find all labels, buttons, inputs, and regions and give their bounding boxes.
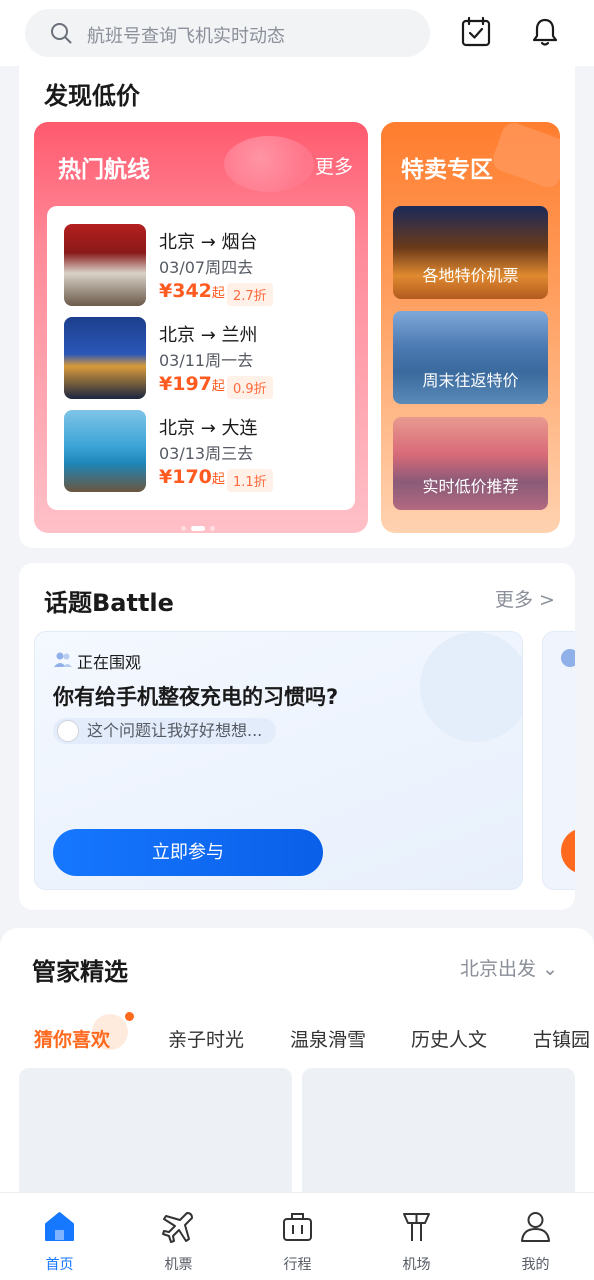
route-price: ¥342起: [159, 280, 225, 302]
calendar-check-icon[interactable]: [459, 15, 493, 49]
route-item-dalian[interactable]: 北京 → 大连 03/13周三去 ¥170起 1.1折: [64, 410, 354, 492]
sale-item-label: 实时低价推荐: [422, 477, 519, 496]
carousel-dot: [181, 526, 186, 531]
sale-item-weekend-round-trip[interactable]: 周末往返特价: [393, 311, 548, 404]
nav-home[interactable]: 首页: [0, 1193, 119, 1280]
sale-item-realtime-low-price[interactable]: 实时低价推荐: [393, 417, 548, 510]
discover-title: 发现低价: [44, 82, 140, 110]
search-bar[interactable]: 航班号查询飞机实时动态: [25, 9, 430, 57]
sale-item-local-deals[interactable]: 各地特价机票: [393, 206, 548, 299]
nav-profile[interactable]: 我的: [476, 1193, 594, 1280]
hot-routes-title: 热门航线: [58, 157, 150, 183]
discount-badge: 0.9折: [227, 376, 273, 399]
battle-question: 你有给手机整夜充电的习惯吗?: [53, 685, 339, 709]
route-price: ¥197起: [159, 373, 225, 395]
topic-battle-more-link[interactable]: 更多 >: [495, 585, 555, 612]
bell-icon[interactable]: [528, 15, 562, 49]
carousel-dot-active: [191, 526, 205, 531]
carousel-dots: [181, 518, 220, 531]
special-sale-title: 特卖专区: [401, 157, 493, 183]
notification-dot: [125, 1012, 134, 1021]
reply-text: 这个问题让我好好想想...: [87, 721, 263, 740]
people-icon: [54, 652, 72, 667]
route-date: 03/07周四去: [159, 258, 254, 277]
route-price: ¥170起: [159, 466, 225, 488]
next-battle-card[interactable]: [542, 631, 575, 890]
bottom-navigation: 首页 机票 行程 机场 我的: [0, 1192, 594, 1280]
nav-label: 行程: [283, 1257, 312, 1273]
route-name: 北京 → 兰州: [159, 325, 258, 346]
nav-trips[interactable]: 行程: [238, 1193, 357, 1280]
route-name: 北京 → 大连: [159, 418, 258, 439]
user-icon: [521, 1212, 550, 1242]
chat-icon: [561, 649, 575, 667]
luggage-icon: [283, 1213, 312, 1241]
nav-airport[interactable]: 机场: [357, 1193, 476, 1280]
departure-city-selector[interactable]: 北京出发 ⌄: [460, 954, 558, 981]
tag-decoration: [489, 122, 560, 191]
hot-routes-panel[interactable]: 热门航线 更多 北京 → 烟台 03/07周四去 ¥342起 2.7折 北京 →…: [34, 122, 368, 533]
route-name: 北京 → 烟台: [159, 232, 258, 253]
sale-item-label: 各地特价机票: [422, 266, 519, 285]
hot-routes-list: 北京 → 烟台 03/07周四去 ¥342起 2.7折 北京 → 兰州 03/1…: [47, 206, 355, 510]
tab-family-time[interactable]: 亲子时光: [168, 1025, 244, 1052]
tab-history-culture[interactable]: 历史人文: [411, 1025, 487, 1052]
topic-battle-title: 话题Battle: [44, 589, 174, 617]
nav-label: 机票: [164, 1257, 193, 1273]
planet-decoration: [224, 136, 314, 192]
discount-badge: 1.1折: [227, 469, 273, 492]
route-item-yantai[interactable]: 北京 → 烟台 03/07周四去 ¥342起 2.7折: [64, 224, 354, 306]
search-placeholder: 航班号查询飞机实时动态: [87, 26, 285, 47]
airplane-icon: [162, 1212, 193, 1243]
gear-decoration: [420, 632, 522, 742]
nav-label: 我的: [521, 1257, 550, 1273]
discount-badge: 2.7折: [227, 283, 273, 306]
route-item-lanzhou[interactable]: 北京 → 兰州 03/11周一去 ¥197起 0.9折: [64, 317, 354, 399]
search-icon: [51, 23, 72, 44]
topic-battle-card: 话题Battle 更多 > 正在围观 你有给手机整夜充电的习惯吗? 这个问题让我…: [19, 563, 575, 910]
selection-title: 管家精选: [32, 958, 128, 986]
carousel-dot: [210, 526, 215, 531]
home-icon: [45, 1212, 74, 1241]
top-bar: 航班号查询飞机实时动态: [0, 0, 594, 66]
recommendation-card[interactable]: [302, 1068, 575, 1208]
tab-guess-you-like[interactable]: 猜你喜欢: [34, 1025, 110, 1052]
tab-ancient-town[interactable]: 古镇园: [533, 1025, 590, 1052]
nav-label: 机场: [402, 1257, 431, 1273]
join-now-button[interactable]: 立即参与: [53, 829, 323, 876]
control-tower-icon: [403, 1213, 430, 1241]
route-date: 03/11周一去: [159, 351, 254, 370]
recommendation-card[interactable]: [19, 1068, 292, 1208]
route-image: [64, 224, 146, 306]
join-button-partial[interactable]: [561, 828, 575, 874]
route-image: [64, 317, 146, 399]
special-sale-panel[interactable]: 特卖专区 各地特价机票 周末往返特价 实时低价推荐: [381, 122, 560, 533]
route-date: 03/13周三去: [159, 444, 254, 463]
battle-topic-card[interactable]: 正在围观 你有给手机整夜充电的习惯吗? 这个问题让我好好想想... 立即参与: [34, 631, 523, 890]
nav-flights[interactable]: 机票: [119, 1193, 238, 1280]
discover-card: 发现低价 热门航线 更多 北京 → 烟台 03/07周四去 ¥342起 2.7折…: [19, 66, 575, 548]
avatar: [57, 720, 79, 742]
route-image: [64, 410, 146, 492]
nav-label: 首页: [45, 1257, 74, 1273]
reply-bubble: 这个问题让我好好想想...: [53, 718, 277, 744]
tab-hot-spring-ski[interactable]: 温泉滑雪: [290, 1025, 366, 1052]
sale-item-label: 周末往返特价: [422, 371, 519, 390]
hot-routes-more-link[interactable]: 更多: [315, 152, 353, 179]
watching-status: 正在围观: [77, 653, 142, 672]
